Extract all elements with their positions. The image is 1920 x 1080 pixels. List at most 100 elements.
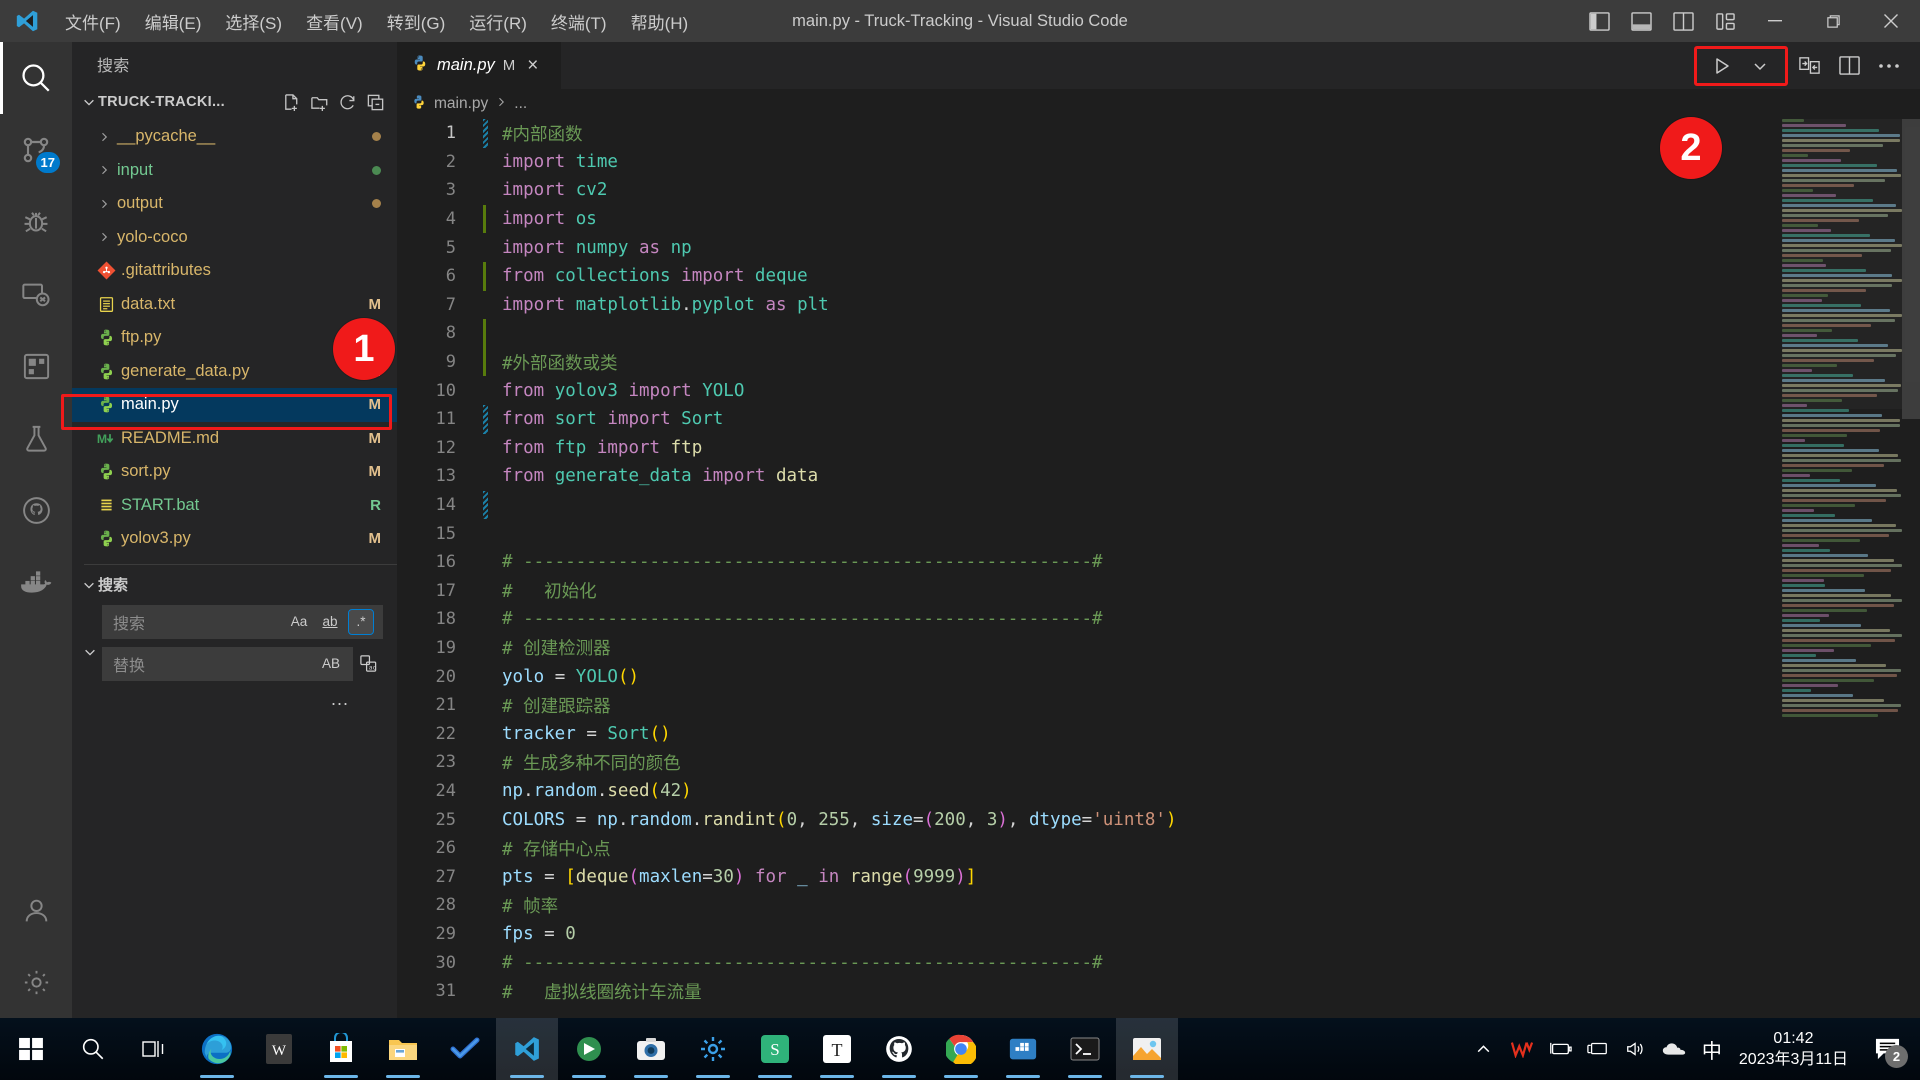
menu-file[interactable]: 文件(F)	[54, 4, 132, 39]
breadcrumb-symbol[interactable]: ...	[514, 95, 527, 113]
tree-item-input[interactable]: input	[72, 154, 397, 188]
preserve-case-option[interactable]: AB	[319, 652, 343, 676]
toggle-search-details[interactable]: ...	[102, 689, 383, 710]
match-whole-word-option[interactable]: ab	[318, 610, 342, 634]
onedrive-cloud-icon[interactable]	[1655, 1018, 1693, 1080]
taskbar-typora[interactable]: T	[806, 1018, 868, 1080]
taskbar-microsoft-store[interactable]	[310, 1018, 372, 1080]
scrollbar-thumb[interactable]	[1902, 119, 1920, 419]
match-case-option[interactable]: Aa	[287, 610, 311, 634]
code-line[interactable]: 24 np.random.seed(42)	[397, 777, 1920, 806]
code-line[interactable]: 17 # 初始化	[397, 577, 1920, 606]
breadcrumb-file[interactable]: main.py	[434, 95, 488, 113]
code-line[interactable]: 5 import numpy as np	[397, 233, 1920, 262]
code-line[interactable]: 16 # ------------------------------------…	[397, 548, 1920, 577]
code-line[interactable]: 30 # ------------------------------------…	[397, 948, 1920, 977]
tree-item-sort-py[interactable]: sort.py M	[72, 455, 397, 489]
taskbar-task-view[interactable]	[124, 1018, 186, 1080]
activitybar-run-and-debug[interactable]	[0, 186, 72, 258]
chevron-right-icon[interactable]	[93, 198, 115, 210]
activitybar-source-control[interactable]: 17	[0, 114, 72, 186]
replace-input[interactable]: 替换 AB	[102, 646, 353, 681]
chevron-right-icon[interactable]	[93, 164, 115, 176]
code-line[interactable]: 10 from yolov3 import YOLO	[397, 376, 1920, 405]
activitybar-search[interactable]	[0, 42, 72, 114]
new-file-icon[interactable]	[278, 89, 304, 115]
refresh-icon[interactable]	[334, 89, 360, 115]
code-line[interactable]: 22 tracker = Sort()	[397, 719, 1920, 748]
code-line[interactable]: 27 pts = [deque(maxlen=30) for _ in range…	[397, 862, 1920, 891]
code-line[interactable]: 9 #外部函数或类	[397, 347, 1920, 377]
code-line[interactable]: 7 import matplotlib.pyplot as plt	[397, 291, 1920, 320]
tree-item-data-txt[interactable]: data.txt M	[72, 288, 397, 322]
taskbar-settings-tool[interactable]	[682, 1018, 744, 1080]
tree-item-yolo-coco[interactable]: yolo-coco	[72, 221, 397, 255]
code-line[interactable]: 29 fps = 0	[397, 920, 1920, 949]
taskbar-photos[interactable]	[1116, 1018, 1178, 1080]
tree-item--gitattributes[interactable]: .gitattributes	[72, 254, 397, 288]
search-input[interactable]: 搜索 Aa ab .*	[102, 604, 383, 639]
code-line[interactable]: 21 # 创建跟踪器	[397, 691, 1920, 720]
activitybar-remote-explorer[interactable]	[0, 258, 72, 330]
start-button[interactable]	[0, 1018, 62, 1080]
tree-item-main-py[interactable]: main.py M	[72, 388, 397, 422]
code-editor[interactable]: 1 #内部函数 2 import time 3 import cv2 4 import os 5…	[397, 119, 1920, 1018]
activitybar-extensions[interactable]	[0, 330, 72, 402]
toggle-secondary-sidebar-icon[interactable]	[1662, 0, 1704, 42]
toggle-replace-icon[interactable]	[80, 645, 100, 659]
editor-scrollbar[interactable]	[1902, 119, 1920, 1018]
taskbar-chrome[interactable]	[930, 1018, 992, 1080]
activitybar-testing[interactable]	[0, 402, 72, 474]
run-python-file-group[interactable]	[1694, 45, 1788, 86]
volume-icon[interactable]	[1617, 1018, 1655, 1080]
tree-item-readme-md[interactable]: M README.md M	[72, 422, 397, 456]
split-editor-right-icon[interactable]	[1830, 47, 1868, 85]
code-line[interactable]: 25 COLORS = np.random.randint(0, 255, siz…	[397, 805, 1920, 834]
code-line[interactable]: 14	[397, 490, 1920, 520]
menu-terminal[interactable]: 终端(T)	[540, 4, 618, 39]
new-folder-icon[interactable]	[306, 89, 332, 115]
menu-edit[interactable]: 编辑(E)	[134, 4, 213, 39]
code-line[interactable]: 15	[397, 519, 1920, 548]
taskbar-wps-writer[interactable]: W	[248, 1018, 310, 1080]
wps-tray-icon[interactable]	[1503, 1018, 1541, 1080]
chevron-right-icon[interactable]	[93, 131, 115, 143]
notification-center[interactable]: 2	[1860, 1018, 1914, 1080]
replace-all-icon[interactable]: ac	[353, 654, 383, 673]
code-line[interactable]: 28 # 帧率	[397, 891, 1920, 920]
taskbar-todo[interactable]	[434, 1018, 496, 1080]
customize-layout-icon[interactable]	[1704, 0, 1746, 42]
search-section-header[interactable]: 搜索	[72, 565, 397, 605]
code-line[interactable]: 6 from collections import deque	[397, 261, 1920, 291]
activitybar-docker[interactable]	[0, 546, 72, 618]
code-line[interactable]: 31 # 虚拟线圈统计车流量	[397, 977, 1920, 1006]
more-actions-icon[interactable]	[1870, 47, 1908, 85]
taskbar-xshell[interactable]	[558, 1018, 620, 1080]
taskbar-snipaste[interactable]: S	[744, 1018, 806, 1080]
clock[interactable]: 01:42 2023年3月11日	[1731, 1018, 1860, 1080]
tab-close-icon[interactable]: ×	[527, 56, 538, 75]
taskbar-search[interactable]	[62, 1018, 124, 1080]
code-line[interactable]: 18 # ------------------------------------…	[397, 605, 1920, 634]
taskbar-file-explorer[interactable]	[372, 1018, 434, 1080]
taskbar-microsoft-edge[interactable]	[186, 1018, 248, 1080]
show-hidden-icons-icon[interactable]	[1465, 1018, 1503, 1080]
taskbar-terminal[interactable]	[1054, 1018, 1116, 1080]
menu-go[interactable]: 转到(G)	[376, 4, 457, 39]
code-line[interactable]: 4 import os	[397, 204, 1920, 234]
taskbar-visual-studio-code[interactable]	[496, 1018, 558, 1080]
use-regex-option[interactable]: .*	[348, 608, 374, 635]
code-line[interactable]: 26 # 存储中心点	[397, 834, 1920, 863]
tree-item-start-bat[interactable]: START.bat R	[72, 489, 397, 523]
code-line[interactable]: 3 import cv2	[397, 176, 1920, 205]
code-line[interactable]: 8	[397, 319, 1920, 348]
code-line[interactable]: 20 yolo = YOLO()	[397, 662, 1920, 691]
tab-main-py[interactable]: main.py M ×	[397, 42, 562, 89]
maximize-button[interactable]	[1804, 0, 1862, 42]
network-icon[interactable]	[1579, 1018, 1617, 1080]
activitybar-accounts[interactable]	[0, 874, 72, 946]
tree-item---pycache--[interactable]: __pycache__	[72, 120, 397, 154]
menu-selection[interactable]: 选择(S)	[214, 4, 293, 39]
code-line[interactable]: 13 from generate_data import data	[397, 462, 1920, 491]
code-line[interactable]: 19 # 创建检测器	[397, 634, 1920, 663]
